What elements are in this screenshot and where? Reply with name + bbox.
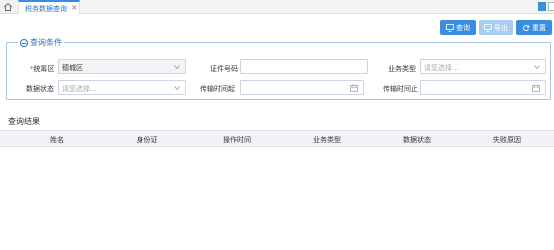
biz-type-label: 业务类型	[388, 65, 416, 73]
transfer-end-label: 传输时间止	[383, 85, 418, 93]
biz-type-placeholder: 请您选择...	[424, 64, 459, 72]
chevron-down-icon	[174, 86, 180, 91]
data-status-label: 数据状态	[26, 85, 54, 93]
chevron-down-icon	[174, 65, 180, 70]
home-icon[interactable]	[3, 2, 13, 12]
column-header[interactable]: 数据状态	[403, 135, 431, 145]
biz-type-select[interactable]: 请您选择...	[420, 59, 546, 74]
refresh-icon	[523, 24, 530, 31]
column-header[interactable]: 姓名	[50, 135, 64, 145]
tab-scroll-left-button[interactable]	[538, 2, 546, 11]
column-header[interactable]: 失败原因	[493, 135, 521, 145]
cert-no-label: 证件号码	[210, 65, 238, 73]
district-value: 德城区	[62, 64, 83, 72]
close-icon[interactable]: ×	[71, 3, 78, 12]
tab-bar: 税务数据查询 ×	[0, 0, 554, 14]
column-header[interactable]: 身份证	[137, 135, 158, 145]
export-button-label: 导出	[494, 23, 508, 32]
tab-label: 税务数据查询	[25, 5, 67, 13]
monitor-icon	[484, 23, 492, 32]
results-table-body	[0, 147, 554, 250]
cert-no-input[interactable]	[240, 59, 368, 74]
tab-tax-data-query[interactable]: 税务数据查询 ×	[18, 0, 80, 14]
results-table-header: 姓名 身份证 操作时间 业务类型 数据状态 失败原因	[0, 130, 554, 147]
results-title: 查询结果	[8, 117, 40, 126]
reset-button[interactable]: 重置	[516, 20, 552, 35]
district-label: *统筹区	[30, 65, 55, 73]
column-header[interactable]: 操作时间	[223, 135, 251, 145]
transfer-start-input[interactable]	[240, 80, 364, 95]
query-conditions-title: 查询条件	[30, 38, 62, 47]
calendar-icon[interactable]	[532, 84, 540, 92]
district-select[interactable]: 德城区	[58, 59, 186, 74]
column-header[interactable]: 业务类型	[313, 135, 341, 145]
data-status-placeholder: 请您选择...	[62, 85, 97, 93]
reset-button-label: 重置	[532, 23, 546, 32]
chevron-down-icon	[534, 65, 540, 70]
calendar-icon[interactable]	[350, 84, 358, 92]
query-button-label: 查询	[456, 23, 470, 32]
data-status-select[interactable]: 请您选择...	[58, 80, 186, 95]
monitor-icon	[446, 23, 454, 32]
collapse-icon[interactable]	[20, 38, 28, 47]
query-conditions-header[interactable]: 查询条件	[18, 37, 64, 48]
export-button[interactable]: 导出	[479, 20, 513, 35]
transfer-end-input[interactable]	[420, 80, 546, 95]
transfer-start-label: 传输时间起	[200, 85, 235, 93]
query-button[interactable]: 查询	[440, 20, 476, 35]
tab-scroll-right-button[interactable]	[548, 2, 554, 11]
